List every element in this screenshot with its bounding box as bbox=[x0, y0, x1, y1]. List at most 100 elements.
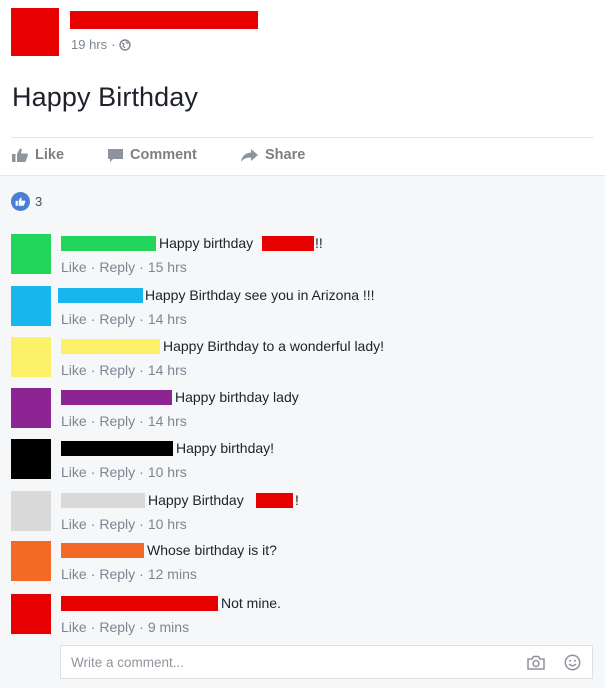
separator: · bbox=[90, 413, 96, 429]
avatar[interactable] bbox=[11, 286, 51, 326]
comment-reply-link[interactable]: Reply bbox=[99, 464, 135, 480]
comment-button[interactable]: Comment bbox=[107, 147, 197, 163]
divider bbox=[11, 137, 594, 138]
comment-text: Happy birthday! bbox=[176, 440, 275, 456]
post-meta: 19 hrs · bbox=[71, 37, 132, 52]
avatar[interactable] bbox=[11, 439, 51, 479]
comment-item: Whose birthday is it? Like · Reply · 12 mi… bbox=[0, 541, 605, 591]
share-button[interactable]: Share bbox=[240, 147, 305, 163]
comment-reply-link[interactable]: Reply bbox=[99, 362, 135, 378]
comment-text-suffix: ! bbox=[295, 492, 299, 508]
comment-time[interactable]: 14 hrs bbox=[148, 311, 187, 327]
comment-actions: Like · Reply · 14 hrs bbox=[61, 311, 187, 327]
avatar[interactable] bbox=[11, 388, 51, 428]
comments-area: 3 Happy birthday !! Like · Reply · 15 hrs … bbox=[0, 175, 605, 688]
comment-actions: Like · Reply · 15 hrs bbox=[61, 259, 187, 275]
comment-label: Comment bbox=[130, 147, 197, 163]
comment-text: Happy birthday bbox=[159, 235, 254, 251]
camera-icon[interactable] bbox=[527, 655, 545, 670]
commenter-name-redacted[interactable] bbox=[61, 441, 173, 456]
commenter-name-redacted[interactable] bbox=[58, 288, 143, 303]
comment-time[interactable]: 12 mins bbox=[148, 566, 197, 582]
comment-time[interactable]: 14 hrs bbox=[148, 413, 187, 429]
comment-reply-link[interactable]: Reply bbox=[99, 516, 135, 532]
comment-item: Not mine. Like · Reply · 9 mins bbox=[0, 594, 605, 644]
comment-time[interactable]: 9 mins bbox=[148, 619, 189, 635]
commenter-name-redacted[interactable] bbox=[61, 543, 144, 558]
separator: · bbox=[139, 566, 144, 582]
comment-text-suffix: !! bbox=[315, 235, 323, 251]
separator: · bbox=[139, 311, 144, 327]
comment-like-link[interactable]: Like bbox=[61, 619, 87, 635]
separator: · bbox=[139, 362, 144, 378]
avatar[interactable] bbox=[11, 234, 51, 274]
comment-time[interactable]: 10 hrs bbox=[148, 464, 187, 480]
commenter-name-redacted[interactable] bbox=[61, 390, 172, 405]
comment-actions: Like · Reply · 14 hrs bbox=[61, 413, 187, 429]
separator: · bbox=[139, 516, 144, 532]
comment-reply-link[interactable]: Reply bbox=[99, 413, 135, 429]
comment-like-link[interactable]: Like bbox=[61, 259, 87, 275]
avatar[interactable] bbox=[11, 541, 51, 581]
redacted-name bbox=[256, 493, 293, 508]
write-comment-box[interactable] bbox=[60, 645, 593, 679]
like-button[interactable]: Like bbox=[11, 147, 64, 163]
post-timestamp[interactable]: 19 hrs bbox=[71, 37, 107, 52]
meta-separator: · bbox=[111, 37, 116, 52]
avatar[interactable] bbox=[11, 594, 51, 634]
comment-like-link[interactable]: Like bbox=[61, 311, 87, 327]
comment-time[interactable]: 14 hrs bbox=[148, 362, 187, 378]
commenter-name-redacted[interactable] bbox=[61, 493, 145, 508]
comment-text: Happy Birthday to a wonderful lady! bbox=[163, 338, 385, 354]
separator: · bbox=[139, 619, 144, 635]
comment-item: Happy birthday lady Like · Reply · 14 hrs bbox=[0, 388, 605, 438]
comment-item: Happy Birthday ! Like · Reply · 10 hrs bbox=[0, 491, 605, 541]
separator: · bbox=[90, 311, 96, 327]
reactions-summary[interactable]: 3 bbox=[11, 192, 42, 211]
avatar[interactable] bbox=[11, 491, 51, 531]
commenter-name-redacted[interactable] bbox=[61, 339, 160, 354]
comment-like-link[interactable]: Like bbox=[61, 362, 87, 378]
separator: · bbox=[139, 464, 144, 480]
commenter-name-redacted[interactable] bbox=[61, 596, 218, 611]
like-label: Like bbox=[35, 147, 65, 163]
comment-reply-link[interactable]: Reply bbox=[99, 619, 135, 635]
thumbs-up-icon bbox=[11, 147, 29, 163]
comment-like-link[interactable]: Like bbox=[61, 566, 87, 582]
comment-like-link[interactable]: Like bbox=[61, 464, 87, 480]
redacted-name bbox=[262, 236, 314, 251]
reaction-count: 3 bbox=[35, 194, 43, 209]
comment-item: Happy Birthday see you in Arizona !!! Li… bbox=[0, 286, 605, 336]
separator: · bbox=[139, 259, 144, 275]
comment-actions: Like · Reply · 12 mins bbox=[61, 566, 197, 582]
comment-reply-link[interactable]: Reply bbox=[99, 259, 135, 275]
comment-actions: Like · Reply · 10 hrs bbox=[61, 516, 187, 532]
post-author-name-redacted[interactable] bbox=[70, 11, 258, 29]
post-text: Happy Birthday bbox=[12, 82, 198, 112]
comment-text: Whose birthday is it? bbox=[147, 542, 277, 558]
comment-like-link[interactable]: Like bbox=[61, 413, 87, 429]
comment-actions: Like · Reply · 10 hrs bbox=[61, 464, 187, 480]
share-label: Share bbox=[265, 147, 306, 163]
separator: · bbox=[90, 619, 96, 635]
comment-input[interactable] bbox=[69, 654, 493, 671]
comment-text: Not mine. bbox=[221, 595, 281, 611]
globe-icon[interactable] bbox=[119, 38, 132, 51]
comment-like-link[interactable]: Like bbox=[61, 516, 87, 532]
separator: · bbox=[90, 464, 96, 480]
comment-item: Happy birthday !! Like · Reply · 15 hrs bbox=[0, 234, 605, 284]
comment-time[interactable]: 10 hrs bbox=[148, 516, 187, 532]
comment-text: Happy Birthday bbox=[148, 492, 244, 508]
comment-actions: Like · Reply · 9 mins bbox=[61, 619, 189, 635]
commenter-name-redacted[interactable] bbox=[61, 236, 156, 251]
comment-item: Happy birthday! Like · Reply · 10 hrs bbox=[0, 439, 605, 489]
post-header: 19 hrs · bbox=[0, 0, 605, 70]
separator: · bbox=[139, 413, 144, 429]
emoji-icon[interactable] bbox=[564, 654, 581, 671]
post-author-avatar[interactable] bbox=[11, 8, 59, 56]
post-action-bar: Like Comment Share bbox=[11, 140, 594, 174]
comment-time[interactable]: 15 hrs bbox=[148, 259, 187, 275]
comment-reply-link[interactable]: Reply bbox=[99, 566, 135, 582]
comment-reply-link[interactable]: Reply bbox=[99, 311, 135, 327]
avatar[interactable] bbox=[11, 337, 51, 377]
